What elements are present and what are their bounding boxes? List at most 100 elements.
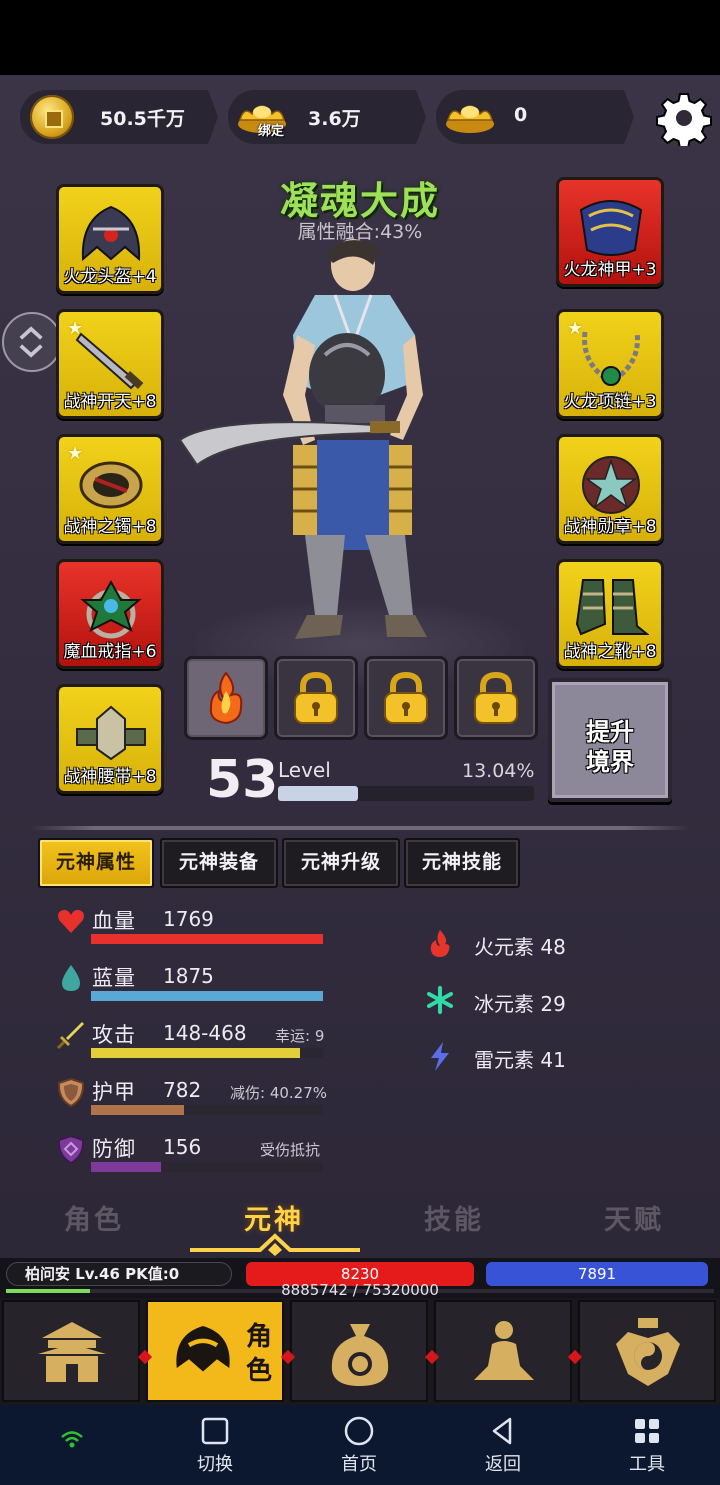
belt-icon — [76, 705, 146, 761]
stat-value-mp: 1875 — [163, 964, 214, 988]
equip-label: 火龙神甲+3 — [563, 260, 657, 280]
ring-icon — [80, 579, 142, 639]
stat-fill-hp — [91, 934, 323, 944]
flame-soul-icon — [209, 671, 243, 725]
money-bag-icon — [331, 1324, 389, 1386]
lock-icon — [384, 671, 428, 724]
level-number: 53 — [206, 750, 279, 810]
nav-character-label: 角色 — [246, 1322, 273, 1386]
upgrade-realm-button[interactable]: 提升 境界 — [548, 678, 672, 802]
nav-back[interactable]: 返回 — [458, 1412, 548, 1476]
equip-slot-medal[interactable]: 战神勋章+8 — [556, 434, 664, 544]
boots-icon — [575, 579, 649, 636]
tab-character[interactable]: 角色 — [34, 1198, 154, 1237]
soul-slot-2[interactable] — [274, 656, 358, 740]
shield-icon — [57, 1077, 85, 1107]
drop-icon — [62, 965, 80, 991]
floating-assist-button[interactable] — [2, 312, 62, 372]
tab-talent[interactable]: 天赋 — [574, 1198, 694, 1237]
currency-bound-ingot: 绑定 3.6万 — [228, 90, 426, 144]
equip-slot-ring[interactable]: 魔血戒指+6 — [56, 559, 164, 669]
equip-label: 战神之镯+8 — [63, 517, 157, 537]
soul-slot-4[interactable] — [454, 656, 538, 740]
nav-tools-label: 工具 — [629, 1454, 665, 1475]
lock-icon — [294, 671, 338, 724]
soul-slot-1[interactable] — [184, 656, 268, 740]
circle-icon — [344, 1416, 374, 1446]
subtab-soul-equipment[interactable]: 元神装备 — [160, 838, 278, 888]
element-fire: 火元素 48 — [474, 935, 566, 959]
equip-label: 火龙头盔+4 — [63, 267, 157, 287]
equip-slot-helmet[interactable]: 火龙头盔+4 — [56, 184, 164, 294]
taiji-icon — [616, 1318, 680, 1386]
active-tab-indicator — [190, 1233, 360, 1256]
equip-label: 战神腰带+8 — [63, 767, 157, 787]
bound-tag: 绑定 — [258, 124, 285, 139]
back-icon — [492, 1417, 512, 1445]
soul-slot-3[interactable] — [364, 656, 448, 740]
nav-character[interactable]: 角色 — [146, 1300, 284, 1402]
element-lightning: 雷元素 41 — [474, 1048, 566, 1072]
palace-icon — [38, 1322, 106, 1382]
level-progress-fill — [278, 786, 358, 801]
nav-tools[interactable]: 工具 — [602, 1412, 692, 1476]
bracelet-icon — [79, 461, 143, 509]
subtab-soul-attributes[interactable]: 元神属性 — [38, 838, 154, 888]
equip-label: 战神开天+8 — [63, 392, 157, 412]
heart-icon — [58, 909, 84, 933]
nav-meditate[interactable] — [434, 1300, 572, 1402]
lock-icon — [474, 671, 518, 724]
equip-slot-boots[interactable]: 战神之靴+8 — [556, 559, 664, 669]
currency-coin: 50.5千万 — [20, 90, 218, 144]
nav-home-label: 首页 — [341, 1454, 377, 1475]
equip-label: 战神之靴+8 — [563, 642, 657, 662]
exp-text: 8885742 / 75320000 — [281, 1281, 439, 1299]
gear-icon[interactable] — [656, 90, 712, 146]
equip-slot-bracelet[interactable]: ★ 战神之镯+8 — [56, 434, 164, 544]
subtab-soul-skills[interactable]: 元神技能 — [404, 838, 520, 888]
wifi-icon — [61, 1431, 83, 1448]
nav-palace[interactable] — [2, 1300, 140, 1402]
equip-slot-weapon[interactable]: ★ 战神开天+8 — [56, 309, 164, 419]
stat-value-hp: 1769 — [163, 907, 214, 931]
nav-home[interactable]: 首页 — [314, 1412, 404, 1476]
stat-fill-attack — [91, 1048, 300, 1058]
subtab-soul-upgrade[interactable]: 元神升级 — [282, 838, 400, 888]
stat-note-damage-reduction: 减伤: 40.27% — [230, 1084, 328, 1102]
meditate-icon — [474, 1321, 534, 1380]
character-figure — [178, 239, 427, 639]
necklace-icon — [582, 331, 640, 386]
equip-slot-armor[interactable]: 火龙神甲+3 — [556, 177, 664, 287]
nav-switch[interactable]: 切换 — [170, 1412, 260, 1476]
equip-slot-necklace[interactable]: ★ 火龙项链+3 — [556, 309, 664, 419]
stat-value-armor: 782 — [163, 1078, 202, 1102]
equip-label: 火龙项链+3 — [563, 392, 657, 412]
nav-back-label: 返回 — [485, 1454, 521, 1475]
currency-ingot: 0 — [436, 90, 634, 144]
tab-skills[interactable]: 技能 — [394, 1198, 514, 1237]
sword-icon — [56, 1022, 84, 1050]
level-label: Level — [278, 758, 331, 782]
square-icon — [201, 1417, 229, 1445]
equip-label: 战神勋章+8 — [563, 517, 657, 537]
equip-slot-belt[interactable]: 战神腰带+8 — [56, 684, 164, 794]
ingot-icon — [446, 105, 494, 133]
nav-taiji[interactable] — [578, 1300, 716, 1402]
currency-value: 50.5千万 — [100, 108, 185, 130]
stat-name-armor: 护甲 — [92, 1080, 136, 1104]
equip-label: 魔血戒指+6 — [63, 642, 157, 662]
medal-icon — [582, 456, 640, 514]
nav-switch-label: 切换 — [197, 1454, 233, 1475]
upgrade-label-2: 境界 — [586, 748, 634, 776]
helmet-icon — [176, 1326, 230, 1372]
element-ice: 冰元素 29 — [474, 992, 566, 1016]
ice-icon — [427, 986, 453, 1014]
helmet-icon — [81, 205, 141, 262]
stat-note-luck: 幸运: 9 — [275, 1027, 325, 1045]
stat-fill-defense — [91, 1162, 161, 1172]
nav-bag[interactable] — [290, 1300, 428, 1402]
level-percent: 13.04% — [462, 760, 535, 782]
grid-icon — [635, 1419, 659, 1443]
coin-icon — [30, 95, 74, 139]
fire-icon — [430, 930, 450, 957]
